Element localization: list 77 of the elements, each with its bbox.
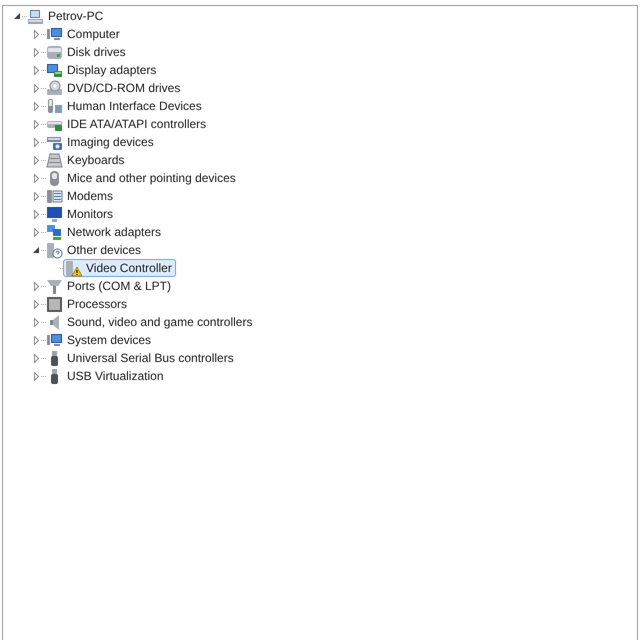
- device-icon: [46, 98, 63, 114]
- tree-item[interactable]: Computer: [46, 25, 120, 43]
- tree-item[interactable]: Mice and other pointing devices: [46, 169, 236, 187]
- item-label: Human Interface Devices: [67, 98, 202, 115]
- tree-item[interactable]: Imaging devices: [46, 133, 154, 151]
- item-label: DVD/CD-ROM drives: [67, 80, 180, 97]
- disk-drive-icon: [46, 44, 63, 60]
- expand-arrow-icon[interactable]: [34, 372, 38, 380]
- item-label: Keyboards: [67, 152, 124, 169]
- tree-item[interactable]: System devices: [46, 331, 152, 349]
- item-label: IDE ATA/ATAPI controllers: [67, 116, 206, 133]
- tree-item[interactable]: Processors: [46, 295, 128, 313]
- expand-arrow-icon[interactable]: [34, 174, 38, 182]
- tree-item[interactable]: Disk drives: [46, 43, 126, 61]
- expand-arrow-icon[interactable]: [34, 84, 38, 92]
- expand-arrow-icon[interactable]: [34, 228, 38, 236]
- keyboard-icon: [46, 152, 63, 168]
- tree-item[interactable]: Keyboards: [46, 151, 124, 169]
- tree-item[interactable]: Video Controller: [63, 259, 176, 277]
- expand-arrow-icon[interactable]: [34, 48, 38, 56]
- item-label: Other devices: [67, 242, 142, 259]
- tree-item[interactable]: Ports (COM & LPT): [46, 277, 172, 295]
- chip-icon: [46, 296, 63, 312]
- tree-item[interactable]: Other devices: [46, 241, 142, 259]
- item-label: Imaging devices: [67, 134, 154, 151]
- port-icon: [46, 278, 63, 294]
- item-label: System devices: [67, 332, 152, 349]
- expand-arrow-icon[interactable]: [34, 138, 38, 146]
- tree-item[interactable]: Human Interface Devices: [46, 97, 202, 115]
- expand-arrow-icon[interactable]: [34, 318, 38, 326]
- item-label: Mice and other pointing devices: [67, 170, 236, 187]
- modem-icon: [46, 188, 63, 204]
- expand-arrow-icon[interactable]: [34, 120, 38, 128]
- item-label: Monitors: [67, 206, 114, 223]
- item-label: Disk drives: [67, 44, 126, 61]
- collapse-arrow-icon[interactable]: [14, 13, 20, 19]
- expand-arrow-icon[interactable]: [34, 156, 38, 164]
- expand-arrow-icon[interactable]: [34, 102, 38, 110]
- monitor-icon: [46, 206, 63, 222]
- network-icon: [46, 224, 63, 240]
- tree-item[interactable]: Petrov-PC: [27, 7, 104, 25]
- display-card-icon: [46, 62, 63, 78]
- tree-item[interactable]: Universal Serial Bus controllers: [46, 349, 234, 367]
- tree-item[interactable]: Monitors: [46, 205, 114, 223]
- expand-arrow-icon[interactable]: [34, 192, 38, 200]
- collapse-arrow-icon[interactable]: [33, 247, 39, 253]
- item-label: Network adapters: [67, 224, 162, 241]
- item-label: Processors: [67, 296, 128, 313]
- tree-item[interactable]: DVD/CD-ROM drives: [46, 79, 180, 97]
- expand-arrow-icon[interactable]: [34, 66, 38, 74]
- tree-item[interactable]: USB Virtualization: [46, 367, 164, 385]
- tree-item[interactable]: Sound, video and game controllers: [46, 313, 252, 331]
- expand-arrow-icon[interactable]: [34, 210, 38, 218]
- item-label: Computer: [67, 26, 120, 43]
- item-label: Modems: [67, 188, 114, 205]
- expand-arrow-icon[interactable]: [34, 336, 38, 344]
- expand-arrow-icon[interactable]: [34, 30, 38, 38]
- tree-item[interactable]: Display adapters: [46, 61, 156, 79]
- expand-arrow-icon[interactable]: [34, 354, 38, 362]
- computer-icon: [27, 8, 44, 24]
- computer-icon: [46, 26, 63, 42]
- tree-item[interactable]: Modems: [46, 187, 114, 205]
- item-label: Petrov-PC: [48, 8, 104, 25]
- computer-icon: [46, 332, 63, 348]
- item-label: USB Virtualization: [67, 368, 164, 385]
- optical-drive-icon: [46, 80, 63, 96]
- tree-item[interactable]: Network adapters: [46, 223, 162, 241]
- warning-device-icon: [65, 260, 82, 276]
- expand-arrow-icon[interactable]: [34, 300, 38, 308]
- item-label: Universal Serial Bus controllers: [67, 350, 234, 367]
- question-device-icon: [46, 242, 63, 258]
- item-label: Video Controller: [86, 260, 172, 277]
- item-label: Sound, video and game controllers: [67, 314, 252, 331]
- tree-item[interactable]: IDE ATA/ATAPI controllers: [46, 115, 206, 133]
- expand-arrow-icon[interactable]: [34, 282, 38, 290]
- item-label: Ports (COM & LPT): [67, 278, 172, 295]
- item-label: Display adapters: [67, 62, 156, 79]
